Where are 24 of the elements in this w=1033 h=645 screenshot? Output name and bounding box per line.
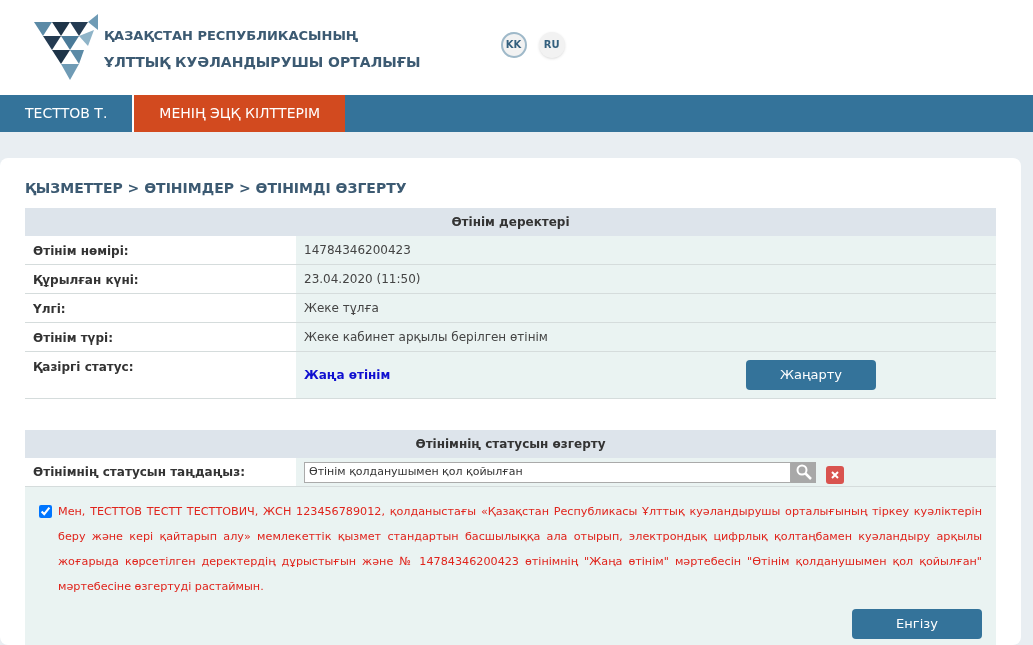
logo-text: ҚАЗАҚСТАН РЕСПУБЛИКАСЫНЫҢ xyxy=(104,27,360,46)
section-header: Өтінім деректері xyxy=(25,208,996,236)
logo-icon xyxy=(34,13,98,82)
section-header: Өтінімнің статусын өзгерту xyxy=(25,430,996,458)
nav-tab[interactable]: МЕНІҢ ЭЦҚ КІЛТТЕРІМ xyxy=(132,95,346,132)
status-value: Жаңа өтінім xyxy=(304,367,392,384)
refresh-button[interactable]: Жаңарту xyxy=(746,360,876,390)
field-value: Жеке тұлға xyxy=(304,300,379,317)
field-label: Өтінімнің статусын таңдаңыз: xyxy=(25,458,296,486)
search-button[interactable] xyxy=(791,461,816,483)
field-value: 23.04.2020 (11:50) xyxy=(304,271,421,288)
field-value: 14784346200423 xyxy=(304,242,411,259)
agreement-checkbox[interactable] xyxy=(39,505,52,518)
status-field[interactable]: Өтінім қолданушымен қол қойылған xyxy=(304,461,791,483)
language-button[interactable]: RU xyxy=(538,31,565,58)
search-icon xyxy=(795,464,812,480)
breadcrumb: ҚЫЗМЕТТЕР > ӨТІНІМДЕР > ӨТІНІМДІ ӨЗГЕРТУ xyxy=(25,179,408,198)
clear-button[interactable] xyxy=(826,466,844,484)
close-icon xyxy=(831,471,839,479)
logo-text: ҰЛТТЫҚ КУӘЛАНДЫРУШЫ ОРТАЛЫҒЫ xyxy=(104,52,421,72)
field-value: Жеке кабинет арқылы берілген өтінім xyxy=(304,329,548,346)
submit-button[interactable]: Енгізу xyxy=(852,609,982,639)
language-button[interactable]: KK xyxy=(500,31,527,58)
agreement-text: Мен, ТЕСТТОВ ТЕСТТ ТЕСТТОВИЧ, ЖСН 123456789012, қолданыстағы «Қазақстан Республикасы Ұлттық куәландырушы орталығының тіркеу куәліктерін беру және кері қайтарып алу» мемлекеттік қызмет стандартын басшылыққа ала отырып, электрондық цифрлық қолтаңбамен куәландыру арқылы жоғарыда көрсетілген деректердің дұрыстығын және № 14784346200423 өтінімнің "Жаңа өтінім" мәртебесін "Өтінім қолданушымен қол қойылған" мәртебесіне өзгертуді растаймын. xyxy=(58,504,982,595)
